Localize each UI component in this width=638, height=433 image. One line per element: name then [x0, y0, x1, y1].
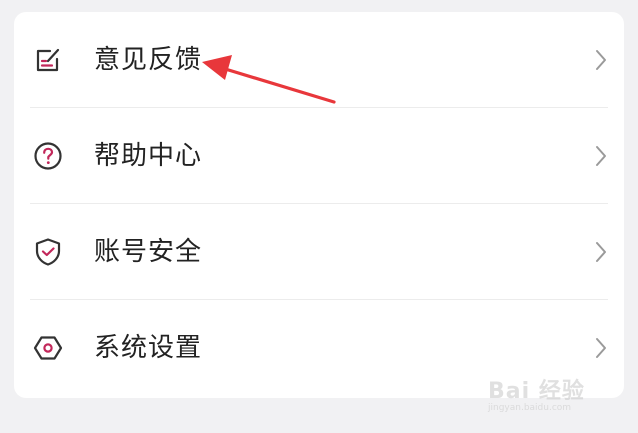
menu-item-label: 系统设置 — [94, 333, 203, 363]
chevron-right-icon — [596, 242, 606, 262]
menu-item-feedback[interactable]: 意见反馈 — [14, 12, 624, 108]
chevron-right-icon — [596, 146, 606, 166]
help-question-icon — [34, 142, 62, 170]
menu-item-account-security[interactable]: 账号安全 — [14, 204, 624, 300]
watermark-url: jingyan.baidu.com — [488, 403, 572, 413]
watermark-logo-text: Bai 经验 — [488, 379, 585, 404]
chevron-right-icon — [596, 338, 606, 358]
menu-item-help-center[interactable]: 帮助中心 — [14, 108, 624, 204]
menu-item-label: 意见反馈 — [94, 45, 203, 75]
settings-menu-card: 意见反馈 帮助中心 账号安全 系统设置 — [14, 12, 624, 398]
menu-item-label: 账号安全 — [94, 237, 203, 267]
settings-hexagon-icon — [33, 336, 63, 360]
security-shield-icon — [35, 238, 61, 266]
feedback-edit-icon — [36, 48, 60, 72]
menu-item-label: 帮助中心 — [94, 141, 203, 171]
watermark-logo: Bai 经验 jingyan.baidu.com — [488, 373, 608, 415]
chevron-right-icon — [596, 50, 606, 70]
